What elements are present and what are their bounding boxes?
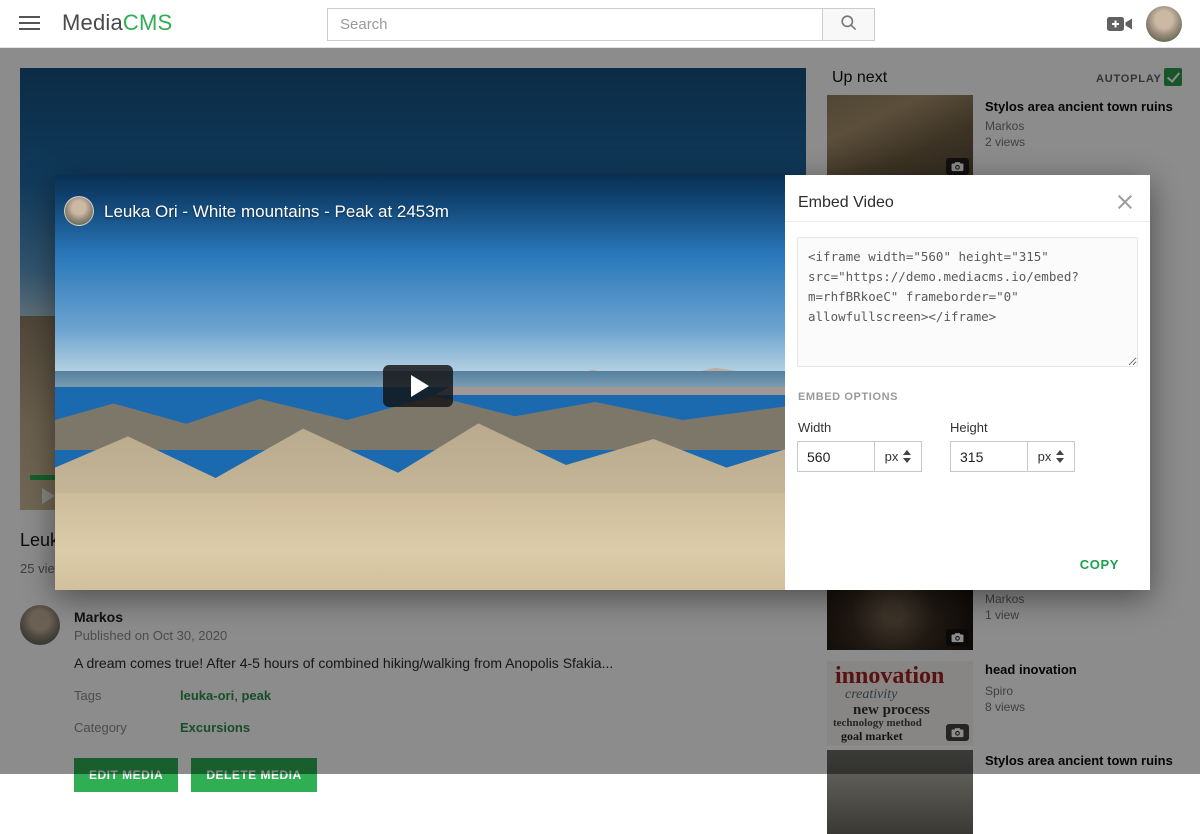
modal-title: Embed Video (798, 194, 894, 212)
embed-options-label: EMBED OPTIONS (798, 391, 898, 403)
menu-icon[interactable] (19, 16, 40, 31)
search-input[interactable] (327, 8, 822, 41)
height-label: Height (950, 420, 988, 435)
search-icon (839, 13, 858, 37)
embed-popup: Leuka Ori - White mountains - Peak at 24… (55, 175, 1150, 590)
preview-author-avatar (64, 196, 94, 226)
user-avatar[interactable] (1146, 6, 1182, 42)
embed-code-textarea[interactable]: <iframe width="560" height="315" src="ht… (797, 237, 1138, 367)
video-preview[interactable]: Leuka Ori - White mountains - Peak at 24… (55, 175, 785, 590)
play-button[interactable] (383, 365, 453, 407)
stepper-arrows-icon (903, 450, 911, 463)
modal-divider (785, 221, 1150, 222)
height-field-group: px (950, 441, 1075, 472)
width-unit-select[interactable]: px (875, 441, 922, 472)
stepper-arrows-icon (1056, 450, 1064, 463)
upload-media-icon[interactable] (1106, 14, 1134, 34)
height-input[interactable] (950, 441, 1028, 472)
width-field-group: px (797, 441, 922, 472)
width-label: Width (798, 420, 831, 435)
copy-button[interactable]: COPY (1080, 557, 1119, 572)
embed-video-modal: Embed Video <iframe width="560" height="… (785, 175, 1150, 590)
preview-video-title: Leuka Ori - White mountains - Peak at 24… (104, 202, 449, 222)
close-icon[interactable] (1114, 191, 1136, 213)
width-input[interactable] (797, 441, 875, 472)
top-app-bar: MediaCMS (0, 0, 1200, 48)
search-button[interactable] (822, 8, 875, 41)
preview-foreground (55, 493, 785, 590)
mediacms-logo[interactable]: MediaCMS (62, 10, 172, 36)
height-unit-select[interactable]: px (1028, 441, 1075, 472)
search-form (327, 8, 875, 41)
